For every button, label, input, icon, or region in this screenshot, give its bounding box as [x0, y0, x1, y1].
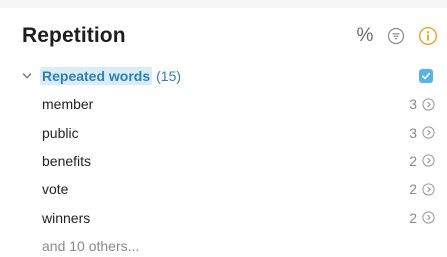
word-label: benefits [42, 152, 92, 169]
filter-icon[interactable] [385, 25, 407, 47]
word-count: 2 [409, 181, 417, 198]
word-count: 2 [409, 152, 417, 169]
group-checkbox[interactable] [419, 69, 433, 83]
word-count: 2 [409, 209, 417, 226]
chevron-right-circle-icon[interactable] [421, 182, 435, 196]
panel-header: Repetition % [22, 20, 439, 52]
chevron-right-circle-icon[interactable] [421, 97, 435, 111]
group-label: Repeated words [40, 67, 153, 85]
word-label: public [42, 124, 79, 141]
word-label: vote [42, 181, 69, 198]
more-label: and 10 others... [42, 238, 140, 255]
info-icon[interactable] [417, 25, 439, 47]
word-label: member [42, 96, 94, 113]
word-list: member 3 public 3 benefits 2 vote 2 winn… [42, 90, 435, 257]
top-strip [0, 0, 447, 8]
list-item[interactable]: member 3 [42, 90, 435, 118]
word-label: winners [42, 209, 91, 226]
word-count: 3 [409, 96, 417, 113]
chevron-right-circle-icon[interactable] [421, 126, 435, 140]
more-words-link[interactable]: and 10 others... [42, 232, 435, 257]
panel-title: Repetition [22, 24, 126, 47]
list-item[interactable]: vote 2 [42, 175, 435, 203]
list-item[interactable]: benefits 2 [42, 147, 435, 175]
header-tools: % [355, 25, 439, 47]
chevron-down-icon[interactable] [20, 69, 34, 83]
group-count: (15) [156, 68, 182, 84]
list-item[interactable]: public 3 [42, 118, 435, 146]
chevron-right-circle-icon[interactable] [421, 211, 435, 225]
list-item[interactable]: winners 2 [42, 204, 435, 232]
percent-toggle-button[interactable]: % [355, 25, 375, 47]
repetition-panel: Repetition % Repeated words (15) member … [0, 0, 447, 257]
repeated-words-group[interactable]: Repeated words (15) [20, 66, 433, 86]
word-count: 3 [409, 124, 417, 141]
chevron-right-circle-icon[interactable] [421, 154, 435, 168]
